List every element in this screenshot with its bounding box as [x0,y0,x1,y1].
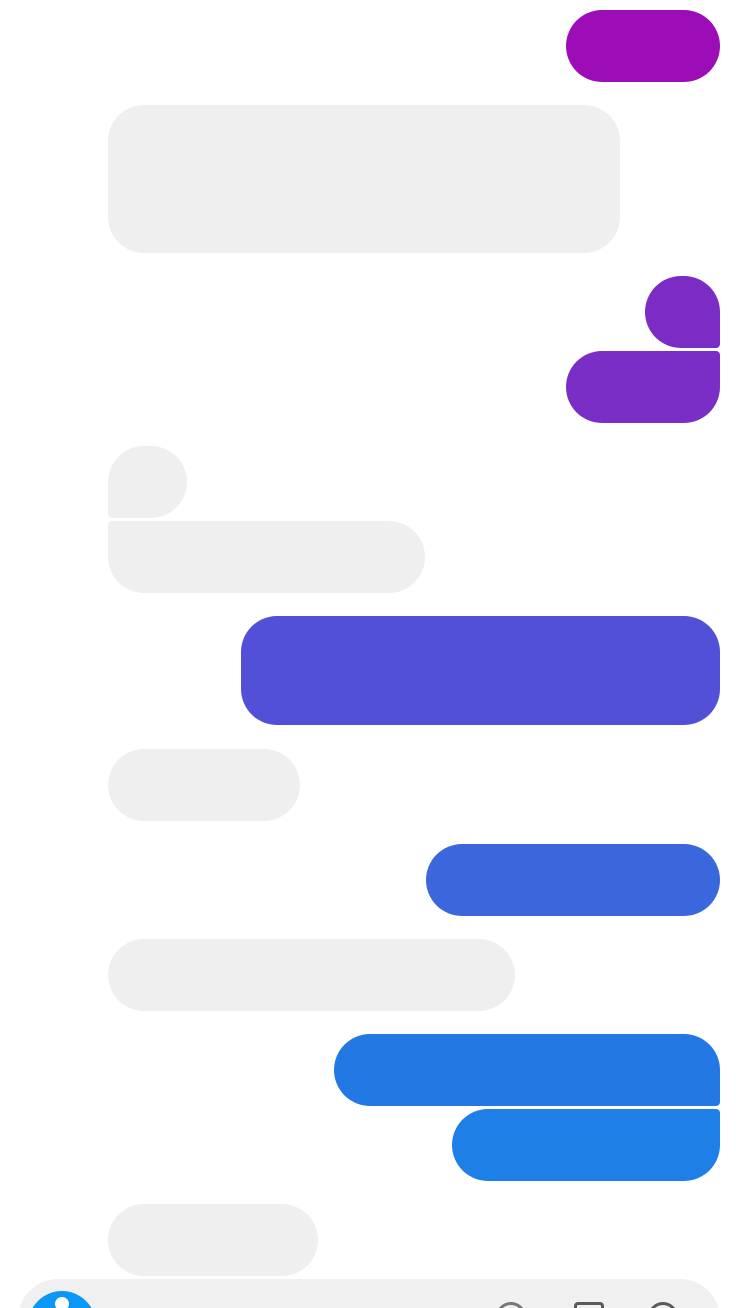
message-composer[interactable] [18,1279,720,1308]
message-bubble-outgoing[interactable] [566,351,720,423]
message-bubble-incoming[interactable] [108,521,425,593]
message-bubble-outgoing[interactable] [645,276,720,348]
message-bubble-outgoing[interactable] [334,1034,720,1106]
message-bubble-incoming[interactable] [108,1204,318,1276]
message-bubble-outgoing[interactable] [566,10,720,82]
message-bubble-outgoing[interactable] [452,1109,720,1181]
message-bubble-incoming[interactable] [108,749,300,821]
message-bubble-incoming[interactable] [108,105,620,253]
message-bubble-outgoing[interactable] [426,844,720,916]
message-bubble-incoming[interactable] [108,446,187,518]
chat-screen [0,0,736,1308]
microphone-icon[interactable] [574,1302,604,1308]
message-bubble-incoming[interactable] [108,939,515,1011]
message-bubble-outgoing[interactable] [241,616,720,725]
